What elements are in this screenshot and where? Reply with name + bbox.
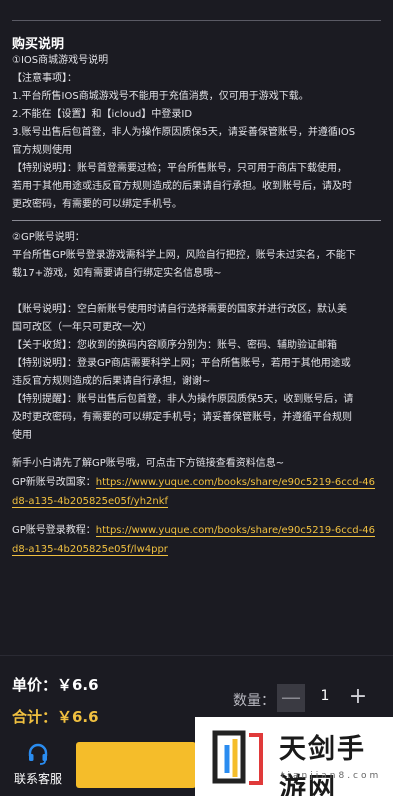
section-divider [12, 220, 381, 221]
customer-service-button[interactable]: 联系客服 [8, 742, 68, 787]
ios-item: 1.平台所售IOS商城游戏号不能用于充值消费，仅可用于游戏下载。 [12, 91, 309, 102]
ios-special-line: 更改密码，有需要的可以绑定手机号。 [12, 199, 182, 210]
ios-item: 3.账号出售后包首登，非人为操作原因质保5天，请妥善保管账号，并遵循IOS [12, 127, 356, 138]
gp-intro-line: 载17+游戏，如有需要请自行绑定实名信息哦~ [12, 268, 222, 279]
gp-intro-line: 平台所售GP账号登录游戏需科学上网，风险自行把控，账号未过实名，不能下 [12, 250, 356, 261]
gp-login-tutorial-label: GP账号登录教程： [12, 525, 96, 536]
quantity-value: 1 [320, 688, 330, 704]
customer-service-label: 联系客服 [13, 772, 62, 786]
ios-item: 官方规则使用 [12, 145, 72, 156]
gp-new-account-label: GP新账号改国家： [12, 477, 96, 488]
quantity-increase-button[interactable]: + [344, 684, 372, 712]
gp-special-line: 【特别说明】：登录GP商店需要科学上网；平台所售账号，若用于其他用途或 [12, 358, 351, 369]
total-price: 合计：￥6.6 [12, 708, 99, 726]
ios-item: 2.不能在【设置】和【icloud】中登录ID [12, 109, 193, 120]
gp-header: ②GP账号说明： [12, 232, 85, 243]
headset-icon [28, 743, 48, 765]
ios-special-line: 若用于其他用途或违反官方规则造成的后果请自行承担。收到账号后，请及时 [12, 181, 352, 192]
ios-header: ①IOS商城游戏号说明 [12, 55, 109, 66]
buy-button[interactable] [76, 742, 196, 788]
newbie-tip: 新手小白请先了解GP账号哦，可点击下方链接查看资料信息~ [12, 458, 285, 469]
gp-account-line: 国可改区（一年只可更改一次） [12, 322, 152, 333]
purchase-info-panel: 购买说明 ①IOS商城游戏号说明 【注意事项】： 1.平台所售IOS商城游戏号不… [0, 0, 393, 655]
quantity-decrease-button[interactable]: — [277, 684, 305, 712]
gp-reminder-line: 及时更改密码，有需要的可以绑定手机号；请妥善保管账号，并遵循平台规则 [12, 412, 352, 423]
purchase-title: 购买说明 [12, 37, 65, 52]
ios-special-line: 【特别说明】：账号首登需要过检；平台所售账号，只可用于商店下载使用， [12, 163, 347, 174]
gp-special-line: 违反官方规则造成的后果请自行承担，谢谢~ [12, 376, 211, 387]
watermark-brand: 天剑手游网 [279, 734, 366, 796]
site-watermark: 天剑手游网 tianjian8.com [195, 717, 393, 796]
gp-reminder-line: 使用 [12, 430, 32, 441]
unit-price: 单价：￥6.6 [12, 676, 99, 694]
ios-notice-label: 【注意事项】： [12, 73, 77, 84]
watermark-domain: tianjian8.com [281, 771, 382, 781]
quantity-label: 数量： [233, 693, 275, 709]
gp-receive-line: 【关于收货】：您收到的换码内容顺序分别为：账号、密码、辅助验证邮箱 [12, 340, 337, 351]
top-divider [12, 20, 381, 21]
gp-account-line: 【账号说明】：空白新账号使用时请自行选择需要的国家并进行改区，默认美 [12, 304, 347, 315]
logo-mark-icon [212, 730, 263, 785]
gp-reminder-line: 【特别提醒】：账号出售后包首登，非人为操作原因质保5天，收到账号后，请 [12, 394, 354, 405]
